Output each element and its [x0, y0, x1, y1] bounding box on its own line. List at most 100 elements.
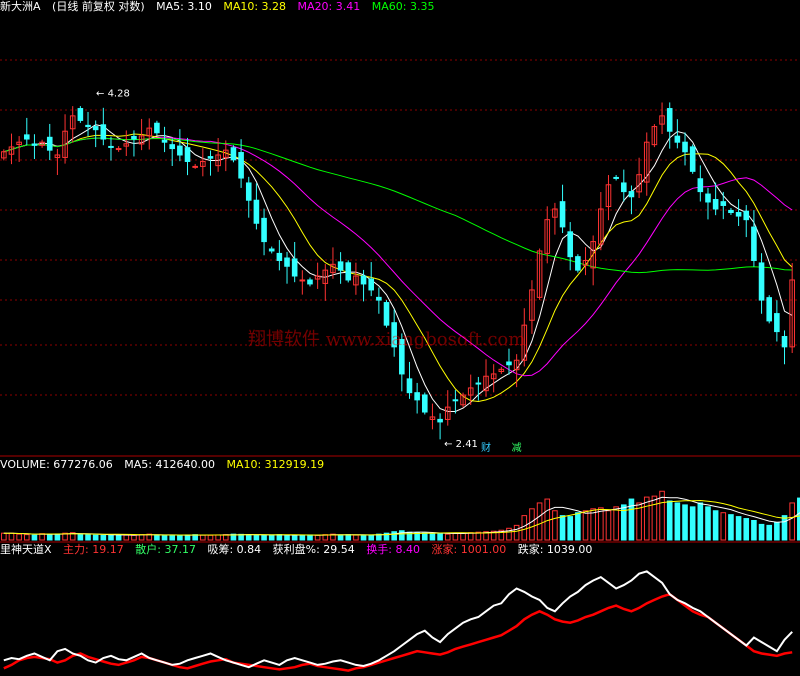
volume-bar	[161, 534, 168, 541]
volume-bar	[253, 534, 260, 541]
candle-body	[758, 262, 765, 301]
candle	[735, 199, 742, 226]
volume-bar	[705, 506, 711, 541]
indicator-sanhu: 散户: 37.17	[135, 543, 196, 556]
candle-body	[177, 145, 183, 156]
candle-body	[452, 399, 459, 402]
candle	[613, 174, 619, 181]
volume-bar	[46, 533, 53, 541]
candle	[751, 210, 757, 267]
volume-bar	[123, 534, 130, 541]
chart-mode: (日线 前复权 对数)	[52, 0, 145, 13]
candle-body	[774, 313, 780, 333]
candle-body	[705, 193, 711, 203]
candle-body	[77, 108, 84, 121]
volume-bar	[1, 532, 7, 541]
candle-body	[682, 141, 688, 153]
volume-bar	[115, 534, 122, 541]
moving-average-lines	[3, 124, 793, 412]
candle	[705, 187, 711, 220]
candle	[69, 106, 76, 143]
candle-body	[169, 144, 176, 150]
volume-bar	[154, 534, 160, 541]
candle	[192, 163, 198, 169]
candle	[345, 260, 352, 283]
volume-bar	[215, 534, 221, 541]
candle-body	[506, 361, 512, 366]
candle-body	[781, 336, 788, 348]
ma10-line	[3, 133, 793, 403]
volume-bar	[85, 534, 91, 541]
volume-bar	[54, 533, 61, 541]
candle	[23, 117, 30, 146]
volume-bar	[261, 534, 267, 541]
candle-body	[437, 418, 443, 423]
candle	[62, 114, 68, 164]
volume-bar	[421, 532, 428, 541]
candle	[115, 146, 122, 152]
candle-body	[131, 135, 137, 140]
volume-bar	[399, 530, 405, 541]
volume-ma10: MA10: 312919.19	[226, 458, 325, 471]
indicator-zhangjia: 涨家: 1001.00	[431, 543, 507, 556]
candle	[774, 300, 780, 342]
candle	[674, 119, 681, 149]
volume-bar	[460, 532, 466, 541]
candle-body	[154, 122, 160, 134]
candle-body	[689, 146, 696, 172]
candle	[261, 208, 267, 256]
candle	[498, 366, 505, 374]
candle	[429, 403, 436, 430]
candle-body	[620, 182, 627, 193]
candle-body	[230, 147, 237, 161]
volume-bar	[613, 506, 619, 541]
ma5-value: MA5: 3.10	[156, 0, 212, 13]
candle	[636, 157, 642, 199]
volume-bar	[8, 532, 15, 541]
volume-bar	[77, 533, 84, 541]
candle	[743, 205, 750, 238]
candle	[414, 382, 420, 414]
candle	[177, 129, 183, 162]
volume-bar	[712, 510, 719, 541]
volume-bars	[1, 490, 800, 541]
candle	[575, 254, 581, 273]
candle	[697, 165, 704, 202]
volume-bar	[108, 534, 114, 541]
candle	[666, 102, 673, 149]
volume-bar	[100, 534, 107, 541]
indicator-name: 里神天道X	[0, 543, 52, 556]
candle	[513, 354, 520, 388]
candle	[376, 287, 382, 314]
volume-bar	[245, 534, 252, 541]
indicator-zhuli: 主力: 19.17	[63, 543, 124, 556]
candle	[238, 139, 244, 188]
candle	[92, 120, 99, 148]
volume-bar	[444, 533, 451, 541]
volume-bar	[169, 535, 176, 541]
candle-body	[92, 126, 99, 131]
ma60-value: MA60: 3.35	[371, 0, 435, 13]
candle-body	[575, 256, 581, 271]
ma20-value: MA20: 3.41	[297, 0, 361, 13]
candle-body	[245, 182, 252, 201]
candle-body	[345, 262, 352, 281]
candle-body	[207, 156, 214, 159]
candle-body	[567, 231, 574, 258]
candle	[758, 253, 765, 314]
volume-bar	[268, 534, 275, 541]
candle	[421, 392, 428, 415]
watermark: 翔博软件 www.xiangbosoft.com	[248, 329, 526, 350]
volume-bar	[789, 502, 795, 541]
candle	[689, 144, 696, 174]
candle	[460, 392, 466, 408]
candle-body	[23, 134, 30, 140]
volume-bar	[689, 506, 696, 541]
candle	[720, 191, 727, 220]
candle	[154, 120, 160, 136]
volume-bar	[368, 534, 375, 541]
candle-body	[421, 394, 428, 413]
volume-bar	[276, 534, 283, 541]
candle-body	[299, 279, 306, 282]
candle	[322, 264, 329, 301]
